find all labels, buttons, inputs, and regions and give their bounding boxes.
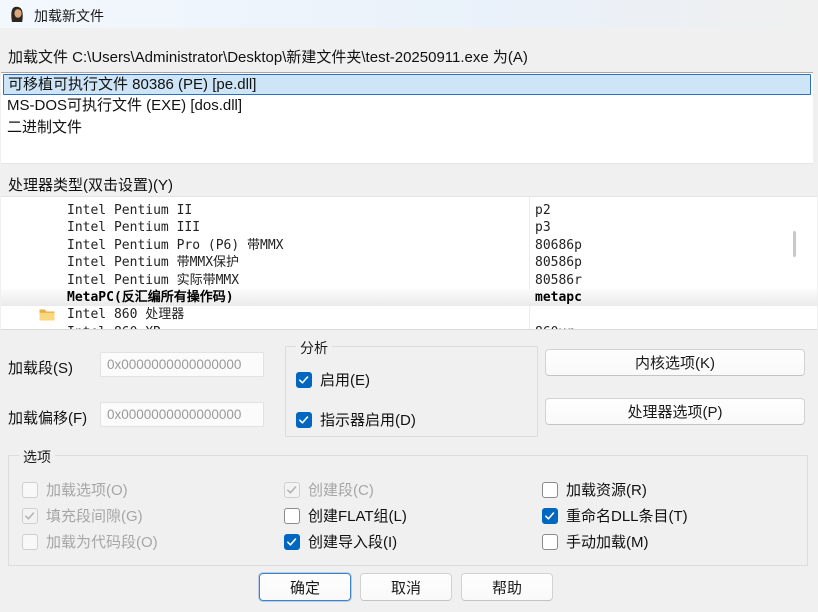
fill-segment-gaps-checkbox[interactable] xyxy=(22,508,38,524)
kernel-options-button[interactable]: 内核选项(K) xyxy=(545,349,805,376)
analysis-group-title: 分析 xyxy=(296,338,332,358)
processor-row-selected[interactable]: MetaPC(反汇编所有操作码) metapc xyxy=(1,289,817,306)
processor-row-folder[interactable]: Intel 860 处理器 xyxy=(1,306,817,323)
load-resources-checkbox[interactable] xyxy=(542,482,558,498)
load-as-code-segment-label: 加载为代码段(O) xyxy=(46,531,158,552)
processor-type-label: 处理器类型(双击设置)(Y) xyxy=(8,174,173,195)
fill-segment-gaps-label: 填充段间隙(G) xyxy=(46,505,143,526)
options-groupbox: 选项 加载选项(O) 填充段间隙(G) 加载为代码段(O) 创建段(C) 创建F… xyxy=(8,455,808,566)
ok-button[interactable]: 确定 xyxy=(259,573,351,601)
processor-row[interactable]: Intel Pentium II p2 xyxy=(1,202,817,219)
loader-item-pe[interactable]: 可移植可执行文件 80386 (PE) [pe.dll] xyxy=(3,74,811,95)
rename-dll-entries-label: 重命名DLL条目(T) xyxy=(566,505,688,526)
file-path-label: 加载文件 C:\Users\Administrator\Desktop\新建文件… xyxy=(8,46,528,67)
load-as-code-segment-checkbox[interactable] xyxy=(22,534,38,550)
ida-app-icon xyxy=(8,5,26,23)
cancel-button[interactable]: 取消 xyxy=(360,573,452,601)
load-offset-label: 加载偏移(F) xyxy=(8,407,87,428)
load-options-checkbox[interactable] xyxy=(22,482,38,498)
indicator-enable-label: 指示器启用(D) xyxy=(320,409,416,430)
create-flat-group-label: 创建FLAT组(L) xyxy=(308,505,407,526)
options-group-title: 选项 xyxy=(19,447,55,467)
manual-load-label: 手动加载(M) xyxy=(566,531,649,552)
create-segments-label: 创建段(C) xyxy=(308,479,374,500)
processor-row[interactable]: Intel Pentium III p3 xyxy=(1,219,817,236)
loader-item-binary[interactable]: 二进制文件 xyxy=(1,117,813,139)
load-offset-input[interactable] xyxy=(100,402,264,427)
titlebar: 加载新文件 xyxy=(0,0,818,28)
processor-row-clipped[interactable]: Intel 860 XR 860xr xyxy=(1,324,817,330)
loader-type-listbox[interactable]: 可移植可执行文件 80386 (PE) [pe.dll] MS-DOS可执行文件… xyxy=(1,72,813,164)
analysis-groupbox: 分析 启用(E) 指示器启用(D) xyxy=(285,346,538,437)
load-segment-input[interactable] xyxy=(100,352,264,377)
loader-item-dos[interactable]: MS-DOS可执行文件 (EXE) [dos.dll] xyxy=(1,95,813,117)
create-imports-segment-label: 创建导入段(I) xyxy=(308,531,397,552)
processor-row[interactable]: Intel Pentium 实际带MMX 80586r xyxy=(1,272,817,289)
analysis-enable-label: 启用(E) xyxy=(320,369,370,390)
load-segment-label: 加载段(S) xyxy=(8,357,73,378)
load-new-file-dialog: 加载新文件 加载文件 C:\Users\Administrator\Deskto… xyxy=(0,0,818,612)
create-imports-segment-checkbox[interactable] xyxy=(284,534,300,550)
window-title: 加载新文件 xyxy=(34,6,104,26)
processor-row[interactable]: Intel Pentium Pro (P6) 带MMX 80686p xyxy=(1,237,817,254)
rename-dll-entries-checkbox[interactable] xyxy=(542,508,558,524)
help-button[interactable]: 帮助 xyxy=(461,573,553,601)
processor-row[interactable]: Intel Pentium 带MMX保护 80586p xyxy=(1,254,817,271)
folder-icon xyxy=(39,308,55,321)
create-flat-group-checkbox[interactable] xyxy=(284,508,300,524)
vertical-scrollbar[interactable] xyxy=(793,231,796,257)
manual-load-checkbox[interactable] xyxy=(542,534,558,550)
load-options-label: 加载选项(O) xyxy=(46,479,128,500)
load-resources-label: 加载资源(R) xyxy=(566,479,647,500)
processor-options-button[interactable]: 处理器选项(P) xyxy=(545,398,805,425)
processor-listbox[interactable]: Intel Pentium II p2 Intel Pentium III p3… xyxy=(1,196,817,330)
indicator-enable-checkbox[interactable] xyxy=(296,412,312,428)
create-segments-checkbox[interactable] xyxy=(284,482,300,498)
analysis-enable-checkbox[interactable] xyxy=(296,372,312,388)
